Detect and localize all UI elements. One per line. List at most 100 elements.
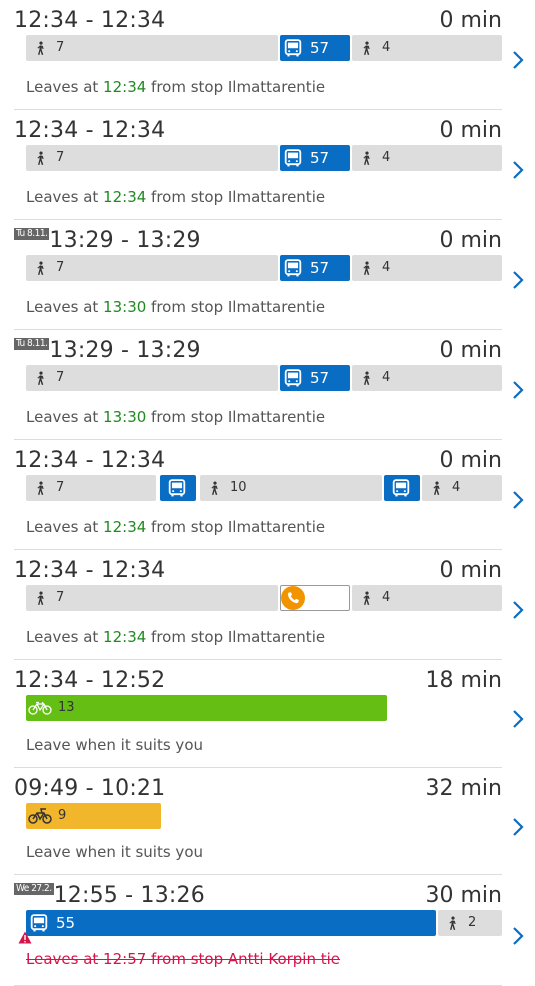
walk-icon xyxy=(34,480,50,496)
departure-info: Leaves at 12:34 from stop Ilmattarentie xyxy=(26,518,325,536)
leg-label: 4 xyxy=(382,590,391,605)
departure-info: Leave when it suits you xyxy=(26,843,203,861)
leg-label: 4 xyxy=(382,150,391,165)
leg-bus: 57 xyxy=(280,35,350,61)
time-range-text: 13:29 - 13:29 xyxy=(49,228,201,253)
itinerary-time-range: 12:34 - 12:34 xyxy=(14,558,165,586)
leg-label: 7 xyxy=(56,480,65,495)
departure-info: Leaves at 12:57 from stop Antti Korpin t… xyxy=(26,950,340,968)
chevron-right-icon[interactable] xyxy=(511,49,525,71)
itinerary-row[interactable]: 09:49 - 10:21 32 min 9 Leave when it suits … xyxy=(0,768,535,875)
leg-label: 57 xyxy=(310,39,330,57)
leg-label: 7 xyxy=(56,40,65,55)
leg-walk: 4 xyxy=(352,145,502,171)
leg-label: 57 xyxy=(310,369,330,387)
itinerary-row[interactable]: 12:34 - 12:52 18 min 13 Leave when it suits… xyxy=(0,660,535,768)
itinerary-row[interactable]: 12:34 - 12:34 0 min 7 57 4 Leaves at 12:34 fr… xyxy=(0,0,535,110)
leg-bus-icon xyxy=(160,475,196,501)
phone-icon xyxy=(281,586,305,610)
chevron-right-icon[interactable] xyxy=(511,599,525,621)
leg-bar: 74 xyxy=(26,585,502,611)
leg-call xyxy=(280,585,350,611)
leg-walk: 7 xyxy=(26,255,278,281)
departure-time: 12:34 xyxy=(103,628,147,646)
walk-icon xyxy=(360,150,376,166)
time-range-text: 12:34 - 12:52 xyxy=(14,668,166,693)
leg-walk: 4 xyxy=(352,255,502,281)
departure-info-prefix: Leaves at xyxy=(26,408,104,426)
bus-icon xyxy=(168,479,188,497)
chevron-right-icon[interactable] xyxy=(511,379,525,401)
leg-label: 7 xyxy=(56,370,65,385)
walk-icon xyxy=(34,150,50,166)
itinerary-duration: 18 min xyxy=(425,668,502,693)
itinerary-time-range: Tu 8.11.13:29 - 13:29 xyxy=(14,228,201,256)
leg-bar: 7 57 4 xyxy=(26,35,502,61)
leg-bar: 7 57 4 xyxy=(26,365,502,391)
itinerary-row[interactable]: Tu 8.11.13:29 - 13:29 0 min 7 57 4 Leaves at … xyxy=(0,220,535,330)
itinerary-duration: 0 min xyxy=(439,448,502,473)
bus-icon xyxy=(284,369,304,387)
leg-walk: 2 xyxy=(438,910,502,936)
departure-info-prefix: Leaves at xyxy=(26,628,104,646)
itinerary-time-range: 12:34 - 12:34 xyxy=(14,118,165,146)
date-badge: Tu 8.11. xyxy=(14,338,50,350)
leg-walk: 10 xyxy=(200,475,382,501)
itinerary-row[interactable]: 12:34 - 12:34 0 min 7 57 4 Leaves at 12:34 fr… xyxy=(0,110,535,220)
leg-label: 4 xyxy=(452,480,461,495)
chevron-right-icon[interactable] xyxy=(511,925,525,947)
leg-walk: 7 xyxy=(26,365,278,391)
leg-bar: 7 57 4 xyxy=(26,255,502,281)
bus-icon xyxy=(284,259,304,277)
itinerary-row[interactable]: Tu 8.11.13:29 - 13:29 0 min 7 57 4 Leaves at … xyxy=(0,330,535,440)
itinerary-time-range: 12:34 - 12:34 xyxy=(14,448,165,476)
itinerary-row[interactable]: 12:34 - 12:34 0 min 7 4 Leaves at 12:34 from… xyxy=(0,550,535,660)
departure-time: 13:30 xyxy=(103,408,147,426)
chevron-right-icon[interactable] xyxy=(511,708,525,730)
departure-info: Leaves at 12:34 from stop Ilmattarentie xyxy=(26,188,325,206)
itinerary-row[interactable]: We 27.2.12:55 - 13:26 30 min 55 2 Leaves at … xyxy=(0,875,535,986)
leg-bar: 7 57 4 xyxy=(26,145,502,171)
leg-bus: 55 xyxy=(26,910,436,936)
departure-info: Leave when it suits you xyxy=(26,736,203,754)
itinerary-time-range: 12:34 - 12:34 xyxy=(14,8,165,36)
departure-info: Leaves at 13:30 from stop Ilmattarentie xyxy=(26,298,325,316)
leg-label: 13 xyxy=(58,700,75,715)
leg-bus: 57 xyxy=(280,365,350,391)
leg-label: 7 xyxy=(56,260,65,275)
time-range-text: 12:34 - 12:34 xyxy=(14,118,166,143)
leg-bar: 13 xyxy=(26,695,502,721)
leg-bike: 13 xyxy=(26,695,387,721)
departure-time: 12:34 xyxy=(103,188,147,206)
leg-bus-icon xyxy=(384,475,420,501)
time-range-text: 12:34 - 12:34 xyxy=(14,8,166,33)
itinerary-duration: 0 min xyxy=(439,118,502,143)
departure-time: 13:30 xyxy=(103,298,147,316)
chevron-right-icon[interactable] xyxy=(511,159,525,181)
leg-label: 9 xyxy=(58,808,67,823)
leg-walk: 4 xyxy=(352,585,502,611)
chevron-right-icon[interactable] xyxy=(511,489,525,511)
departure-info: Leaves at 12:34 from stop Ilmattarentie xyxy=(26,78,325,96)
leg-walk: 7 xyxy=(26,475,156,501)
chevron-right-icon[interactable] xyxy=(511,269,525,291)
itinerary-duration: 0 min xyxy=(439,8,502,33)
walk-icon xyxy=(34,590,50,606)
walk-icon xyxy=(360,590,376,606)
leg-walk: 4 xyxy=(352,365,502,391)
walk-icon xyxy=(34,370,50,386)
itinerary-time-range: 12:34 - 12:52 xyxy=(14,668,165,696)
itinerary-row[interactable]: 12:34 - 12:34 0 min 7 10 4 Leaves at 12:34 fr… xyxy=(0,440,535,550)
departure-time: 12:57 xyxy=(103,950,147,968)
walk-icon xyxy=(34,260,50,276)
leg-bus: 57 xyxy=(280,145,350,171)
departure-stop: from stop Ilmattarentie xyxy=(146,78,326,96)
alert-icon xyxy=(18,929,32,944)
walk-icon xyxy=(446,915,462,931)
departure-stop: from stop Ilmattarentie xyxy=(146,408,326,426)
walk-icon xyxy=(208,480,224,496)
leg-walk: 7 xyxy=(26,145,278,171)
leg-bar: 7 10 4 xyxy=(26,475,502,501)
chevron-right-icon[interactable] xyxy=(511,816,525,838)
bus-icon xyxy=(284,149,304,167)
